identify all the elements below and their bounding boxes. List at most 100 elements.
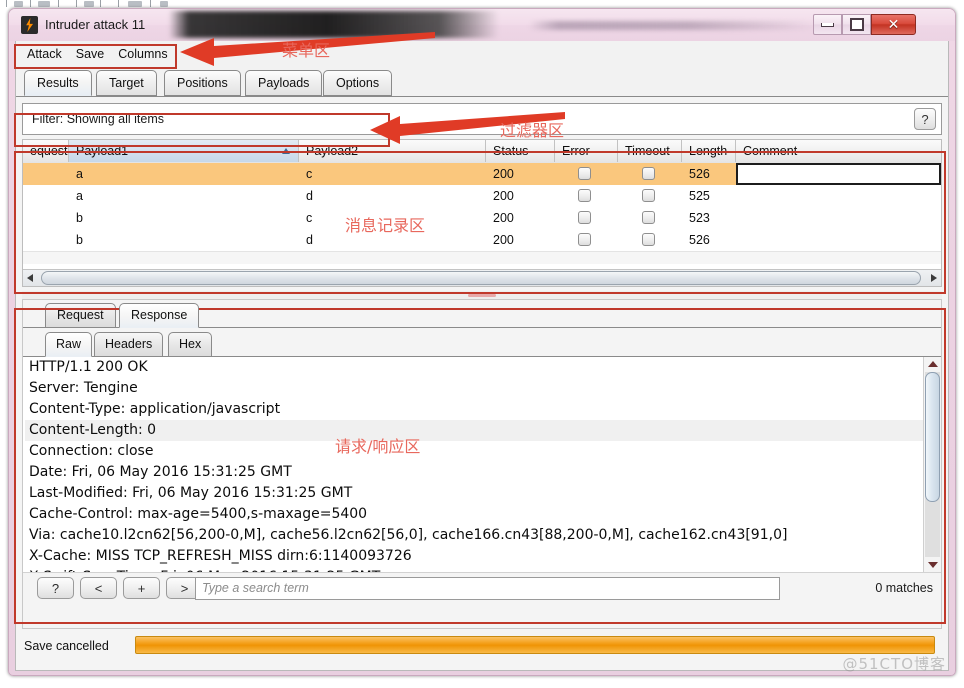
panel-splitter[interactable]	[22, 291, 942, 299]
cell-status: 200	[493, 167, 514, 181]
tab-hex[interactable]: Hex	[168, 332, 213, 357]
filter-bar[interactable]: Filter: Showing all items ?	[22, 103, 942, 135]
cell-payload1: a	[76, 167, 83, 181]
tab-request[interactable]: Request	[45, 303, 116, 328]
redacted-region	[169, 11, 499, 38]
redacted-region-2	[529, 21, 819, 30]
menu-item-columns[interactable]: Columns	[111, 44, 174, 64]
cell-request	[23, 185, 69, 207]
tab-results[interactable]: Results	[24, 70, 92, 96]
checkbox-timeout[interactable]	[642, 233, 655, 246]
maximize-button[interactable]	[842, 14, 871, 35]
cell-status: 200	[493, 211, 514, 225]
checkbox-error[interactable]	[578, 233, 591, 246]
tab-options[interactable]: Options	[323, 70, 393, 96]
search-add-button[interactable]: +	[123, 577, 160, 599]
menu-bar: Attack Save Columns	[16, 41, 948, 68]
column-header-payload1-label: Payload1	[76, 144, 129, 158]
cell-request	[23, 229, 69, 251]
menu-item-save[interactable]: Save	[69, 44, 112, 64]
annotation-label-message: 请求/响应区	[335, 437, 421, 456]
scrollbar-thumb[interactable]	[925, 372, 940, 502]
table-row[interactable]: a d 200 525	[23, 185, 941, 207]
minimize-button[interactable]	[813, 14, 842, 35]
scroll-up-icon[interactable]	[928, 361, 938, 367]
checkbox-timeout[interactable]	[642, 167, 655, 180]
column-header-error[interactable]: Error	[555, 140, 618, 162]
progress-bar	[135, 636, 935, 654]
search-help-button[interactable]: ?	[37, 577, 74, 599]
splitter-grip[interactable]	[468, 294, 496, 297]
column-header-timeout[interactable]: Timeout	[618, 140, 682, 162]
cell-request	[23, 207, 69, 229]
raw-vertical-scrollbar[interactable]	[923, 357, 941, 572]
window-title: Intruder attack 11	[45, 17, 146, 32]
raw-line: X-Cache: MISS TCP_REFRESH_MISS dirn:6:11…	[29, 548, 412, 564]
burp-suite-icon	[21, 16, 38, 34]
annotation-label-results: 消息记录区	[345, 216, 426, 235]
watermark: @51CTO博客	[842, 655, 946, 673]
results-horizontal-scrollbar[interactable]	[23, 269, 941, 286]
menu-item-attack[interactable]: Attack	[20, 44, 69, 64]
main-tab-strip: Results Target Positions Payloads Option…	[16, 67, 948, 97]
title-bar[interactable]: Intruder attack 11 ✕	[9, 9, 955, 41]
column-header-length[interactable]: Length	[682, 140, 736, 162]
column-header-request[interactable]: equest	[23, 140, 69, 162]
annotation-label-filter: 过滤器区	[500, 121, 565, 140]
scroll-down-icon[interactable]	[928, 562, 938, 568]
search-prev-button[interactable]: <	[80, 577, 117, 599]
cut-off-toolbar-sliver	[0, 0, 964, 8]
column-header-status[interactable]: Status	[486, 140, 555, 162]
filter-help-icon[interactable]: ?	[914, 108, 936, 130]
checkbox-timeout[interactable]	[642, 189, 655, 202]
results-table-header: equest Payload1 Payload2 Status Error Ti…	[23, 140, 941, 164]
search-input[interactable]: Type a search term	[195, 577, 780, 600]
results-empty-area	[23, 251, 941, 264]
cell-length: 526	[689, 233, 710, 247]
cell-comment	[736, 229, 941, 251]
cell-request	[23, 163, 69, 185]
cell-payload1: b	[76, 211, 83, 225]
status-message: Save cancelled	[24, 639, 109, 653]
results-table[interactable]: equest Payload1 Payload2 Status Error Ti…	[22, 139, 942, 287]
view-tab-strip: Raw Headers Hex	[23, 329, 941, 357]
search-matches-label: 0 matches	[875, 581, 933, 595]
raw-line: Content-Type: application/javascript	[29, 401, 281, 417]
column-header-comment[interactable]: Comment	[736, 140, 941, 162]
scrollbar-thumb[interactable]	[41, 271, 921, 285]
message-editor-panel: Request Response Raw Headers Hex HTTP/1.…	[22, 299, 942, 629]
tab-headers[interactable]: Headers	[94, 332, 164, 357]
tab-target[interactable]: Target	[96, 70, 157, 96]
tab-raw[interactable]: Raw	[45, 332, 93, 357]
table-row[interactable]: b d 200 526	[23, 229, 941, 251]
table-row[interactable]: b c 200 523	[23, 207, 941, 229]
raw-line: Content-Length: 0	[25, 420, 925, 441]
checkbox-error[interactable]	[578, 211, 591, 224]
close-button[interactable]: ✕	[871, 14, 916, 35]
checkbox-timeout[interactable]	[642, 211, 655, 224]
scroll-right-icon[interactable]	[931, 274, 937, 282]
raw-line: Last-Modified: Fri, 06 May 2016 15:31:25…	[29, 485, 353, 501]
tab-positions[interactable]: Positions	[164, 70, 241, 96]
cell-comment	[736, 207, 941, 229]
cell-payload2: c	[306, 167, 313, 181]
cell-payload2: d	[306, 189, 313, 203]
filter-label: Filter: Showing all items	[32, 112, 164, 126]
tab-payloads[interactable]: Payloads	[245, 70, 323, 96]
window-content: Attack Save Columns Results Target Posit…	[15, 41, 949, 671]
table-row[interactable]: a c 200 526	[23, 163, 941, 185]
column-header-payload2[interactable]: Payload2	[299, 140, 486, 162]
message-tab-strip: Request Response	[23, 300, 941, 328]
cell-comment	[736, 185, 941, 207]
column-header-payload1[interactable]: Payload1	[69, 140, 299, 162]
checkbox-error[interactable]	[578, 189, 591, 202]
cell-payload1: a	[76, 189, 83, 203]
tab-response[interactable]: Response	[119, 303, 200, 328]
scroll-left-icon[interactable]	[27, 274, 33, 282]
checkbox-error[interactable]	[578, 167, 591, 180]
raw-response-viewer[interactable]: HTTP/1.1 200 OK Server: Tengine Content-…	[23, 357, 941, 572]
cell-length: 523	[689, 211, 710, 225]
cell-length: 525	[689, 189, 710, 203]
raw-line: Connection: close	[29, 443, 154, 459]
comment-input[interactable]	[736, 163, 941, 185]
